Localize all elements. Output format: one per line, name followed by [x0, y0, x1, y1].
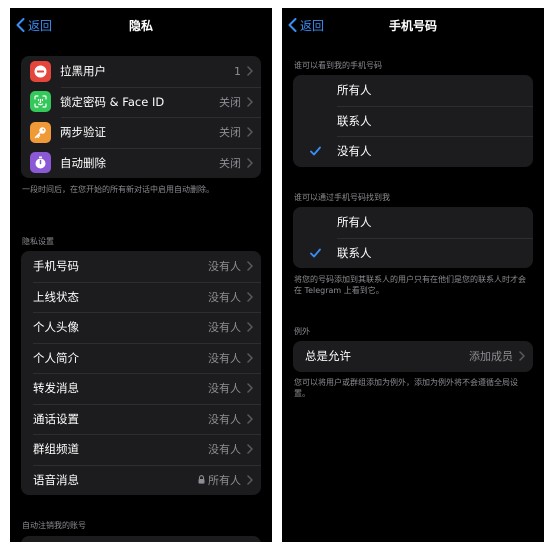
who-can-find-options: 所有人 联系人: [293, 207, 533, 268]
back-label: 返回: [28, 18, 53, 33]
who-can-see-options: 所有人 联系人 没有人: [293, 75, 533, 167]
chevron-right-icon: [247, 158, 253, 168]
auto-delete-account-header: 自动注销我的账号: [22, 521, 86, 530]
navigation-bar: 返回 隐私: [10, 8, 272, 42]
row-label: 总是允许: [305, 349, 351, 364]
exceptions-header: 例外: [294, 327, 310, 336]
checkmark-icon: [310, 146, 321, 156]
find-note: 将您的号码添加到其联系人的用户只有在他们是您的联系人时才会在 Telegram …: [294, 275, 526, 295]
option-everybody[interactable]: 所有人: [293, 75, 533, 106]
chevron-right-icon: [519, 351, 525, 361]
chevron-right-icon: [247, 261, 253, 271]
row-label: 个人头像: [33, 320, 79, 335]
bio-row[interactable]: 个人简介 没有人: [21, 342, 261, 374]
navigation-bar: 返回 手机号码: [282, 8, 544, 42]
exceptions-group: 总是允许 添加成员: [293, 341, 533, 372]
auto-delete-note: 一段时间后，在您开始的所有新对话中启用自动删除。: [22, 185, 214, 194]
option-contacts[interactable]: 联系人: [293, 105, 533, 137]
row-label: 个人简介: [33, 350, 79, 365]
row-label: 语音消息: [33, 472, 79, 487]
chevron-right-icon: [247, 292, 253, 302]
who-can-find-header: 谁可以通过手机号码找到我: [294, 193, 390, 202]
calls-row[interactable]: 通话设置 没有人: [21, 403, 261, 435]
checkmark-icon: [310, 248, 321, 258]
chevron-right-icon: [247, 414, 253, 424]
chevron-right-icon: [247, 127, 253, 137]
blocked-users-row[interactable]: 拉黑用户 1: [21, 56, 261, 87]
row-value: 关闭: [219, 156, 241, 170]
row-value: 关闭: [219, 95, 241, 109]
option-everybody[interactable]: 所有人: [293, 207, 533, 238]
option-label: 所有人: [337, 215, 372, 230]
exceptions-note: 您可以将用户或群组添加为例外，添加为例外将不会遵循全局设置。: [294, 378, 518, 398]
chevron-right-icon: [247, 66, 253, 76]
row-value: 所有人: [198, 472, 241, 488]
passcode-face-id-row[interactable]: 锁定密码 & Face ID 关闭: [21, 86, 261, 118]
privacy-section-header: 隐私设置: [22, 237, 54, 246]
privacy-screen: 返回 隐私 拉黑用户 1 锁定密码 & Face ID 关闭 两步验证 关闭 自…: [10, 8, 272, 542]
option-label: 所有人: [337, 83, 372, 98]
two-step-verification-row[interactable]: 两步验证 关闭: [21, 117, 261, 148]
row-label: 群组频道: [33, 442, 79, 457]
row-label: 转发消息: [33, 381, 79, 396]
chevron-right-icon: [247, 97, 253, 107]
voice-messages-row[interactable]: 语音消息 所有人: [21, 464, 261, 496]
chevron-right-icon: [247, 475, 253, 485]
row-value: 1: [234, 64, 241, 78]
option-label: 没有人: [337, 144, 372, 159]
row-value: 添加成员: [469, 350, 513, 364]
row-value: 没有人: [208, 260, 241, 274]
auto-delete-row[interactable]: 自动删除 关闭: [21, 147, 261, 179]
row-label: 上线状态: [33, 289, 79, 304]
phone-number-row[interactable]: 手机号码 没有人: [21, 251, 261, 282]
back-button[interactable]: 返回: [288, 16, 324, 34]
back-label: 返回: [300, 18, 325, 33]
chevron-right-icon: [247, 444, 253, 454]
lock-icon: [198, 475, 205, 484]
timer-icon: [30, 152, 51, 174]
key-icon: [30, 121, 51, 143]
option-label: 联系人: [337, 245, 372, 260]
row-label: 两步验证: [60, 125, 106, 140]
privacy-settings-group: 手机号码 没有人 上线状态 没有人 个人头像 没有人 个人简介 没有人 转发消息…: [21, 251, 261, 495]
row-value: 没有人: [208, 443, 241, 457]
auto-delete-account-group[interactable]: [21, 536, 261, 542]
forwarded-messages-row[interactable]: 转发消息 没有人: [21, 373, 261, 404]
row-value: 没有人: [208, 290, 241, 304]
back-button[interactable]: 返回: [16, 16, 52, 34]
phone-number-privacy-screen: 返回 手机号码 谁可以看到我的手机号码 所有人 联系人 没有人 谁可以通过手机号…: [282, 8, 544, 542]
row-label: 手机号码: [33, 259, 79, 274]
chevron-right-icon: [247, 353, 253, 363]
chevron-right-icon: [247, 322, 253, 332]
row-value: 关闭: [219, 126, 241, 140]
chevron-right-icon: [247, 383, 253, 393]
row-label: 自动删除: [60, 155, 106, 170]
face-id-icon: [30, 91, 51, 113]
row-value: 没有人: [208, 321, 241, 335]
block-icon: [30, 60, 51, 82]
row-value-text: 所有人: [208, 473, 241, 487]
row-label: 锁定密码 & Face ID: [60, 94, 165, 109]
row-value: 没有人: [208, 382, 241, 396]
always-allow-row[interactable]: 总是允许 添加成员: [293, 341, 533, 372]
groups-channels-row[interactable]: 群组频道 没有人: [21, 434, 261, 465]
row-value: 没有人: [208, 412, 241, 426]
chevron-left-icon: [16, 18, 25, 32]
row-value: 没有人: [208, 351, 241, 365]
chevron-left-icon: [288, 18, 297, 32]
security-group: 拉黑用户 1 锁定密码 & Face ID 关闭 两步验证 关闭 自动删除 关闭: [21, 56, 261, 178]
option-label: 联系人: [337, 113, 372, 128]
option-contacts[interactable]: 联系人: [293, 237, 533, 269]
profile-photo-row[interactable]: 个人头像 没有人: [21, 312, 261, 343]
last-seen-row[interactable]: 上线状态 没有人: [21, 281, 261, 313]
row-label: 通话设置: [33, 411, 79, 426]
row-label: 拉黑用户: [60, 64, 106, 79]
who-can-see-header: 谁可以看到我的手机号码: [294, 61, 382, 70]
option-nobody[interactable]: 没有人: [293, 136, 533, 167]
